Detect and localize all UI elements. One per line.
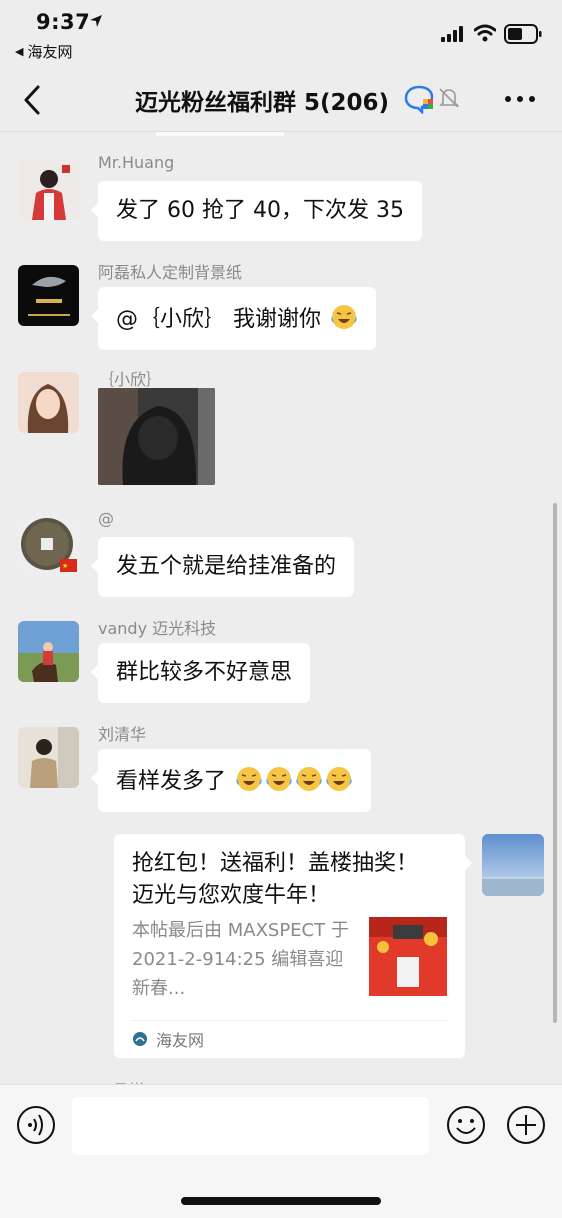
source-logo-icon (133, 1032, 147, 1046)
back-triangle-icon: ◀ (15, 45, 24, 58)
message-bubble[interactable]: 发五个就是给挂准备的 (90, 537, 355, 597)
message-input[interactable] (72, 1097, 429, 1155)
previous-message-edge (156, 132, 284, 136)
my-avatar[interactable] (482, 834, 544, 896)
battery-icon (504, 24, 542, 44)
scrollbar[interactable] (553, 503, 557, 1023)
back-to-app-link[interactable]: ◀ 海友网 (15, 41, 72, 62)
message-bubble[interactable]: 看样发多了 (90, 749, 372, 812)
avatar[interactable]: ★ (18, 515, 79, 576)
more-options-icon[interactable] (504, 90, 536, 108)
voice-input-icon[interactable] (16, 1105, 56, 1145)
message-bubble[interactable]: 群比较多不好意思 (90, 643, 311, 703)
home-indicator[interactable] (181, 1197, 381, 1205)
more-actions-plus-icon[interactable] (506, 1105, 546, 1145)
status-time: 9:37 (36, 10, 91, 34)
avatar[interactable] (18, 265, 79, 326)
emoji-picker-icon[interactable] (446, 1105, 486, 1145)
status-bar: 9:37 ◀ 海友网 (0, 0, 562, 66)
location-arrow-icon (90, 15, 102, 27)
message-text: @｛小欣｝ 我谢谢你 (116, 307, 321, 332)
sender-name: Mr.Huang (98, 153, 175, 172)
avatar[interactable] (18, 372, 79, 433)
message-bubble[interactable]: 发了 60 抢了 40，下次发 35 (91, 181, 422, 241)
cellular-signal-icon (441, 26, 463, 42)
laughing-crying-emoji-icon (331, 305, 357, 329)
wifi-icon (474, 24, 496, 42)
laughing-crying-emoji-icon (236, 767, 262, 791)
link-card-thumbnail (369, 917, 447, 996)
link-card-source: 海友网 (132, 1027, 204, 1051)
sender-name: 刘清华 (98, 725, 147, 744)
link-card-title: 抢红包！送福利！盖楼抽奖！迈光与您欢度牛年！ (132, 851, 419, 908)
laughing-crying-emoji-icon (326, 767, 352, 791)
message-text: 看样发多了 (116, 769, 227, 794)
enterprise-chat-badge-icon (404, 85, 434, 114)
sender-name: 阿磊私人定制背景纸 (98, 263, 243, 282)
avatar[interactable] (18, 621, 79, 682)
link-card[interactable]: 抢红包！送福利！盖楼抽奖！迈光与您欢度牛年！ 本帖最后由 MAXSPECT 于 … (114, 834, 472, 1058)
laughing-crying-emoji-icon (296, 767, 322, 791)
link-card-description: 本帖最后由 MAXSPECT 于 2021-2-914:25 编辑喜迎新春... (132, 920, 349, 999)
sender-name: ｛小欣｝ (98, 370, 163, 389)
avatar[interactable] (18, 727, 79, 788)
muted-bell-icon (439, 88, 459, 108)
avatar[interactable] (18, 159, 79, 220)
message-text: 群比较多不好意思 (116, 660, 293, 685)
svg-text:★: ★ (62, 562, 68, 570)
back-chevron-icon[interactable] (20, 83, 50, 117)
chat-header: 迈光粉丝福利群 5(206) (0, 66, 562, 132)
sender-name: vandy 迈光科技 (98, 619, 217, 638)
image-message[interactable] (98, 388, 215, 485)
laughing-crying-emoji-icon (266, 767, 292, 791)
link-card-divider (132, 1020, 447, 1021)
sender-name: @ (98, 509, 114, 528)
back-app-label: 海友网 (27, 43, 73, 61)
message-bubble[interactable]: @｛小欣｝ 我谢谢你 (91, 287, 376, 350)
message-text: 发了 60 抢了 40，下次发 35 (116, 198, 404, 223)
link-card-source-label: 海友网 (156, 1031, 205, 1050)
message-text: 发五个就是给挂准备的 (116, 554, 337, 579)
chat-title: 迈光粉丝福利群 5(206) (135, 90, 390, 116)
